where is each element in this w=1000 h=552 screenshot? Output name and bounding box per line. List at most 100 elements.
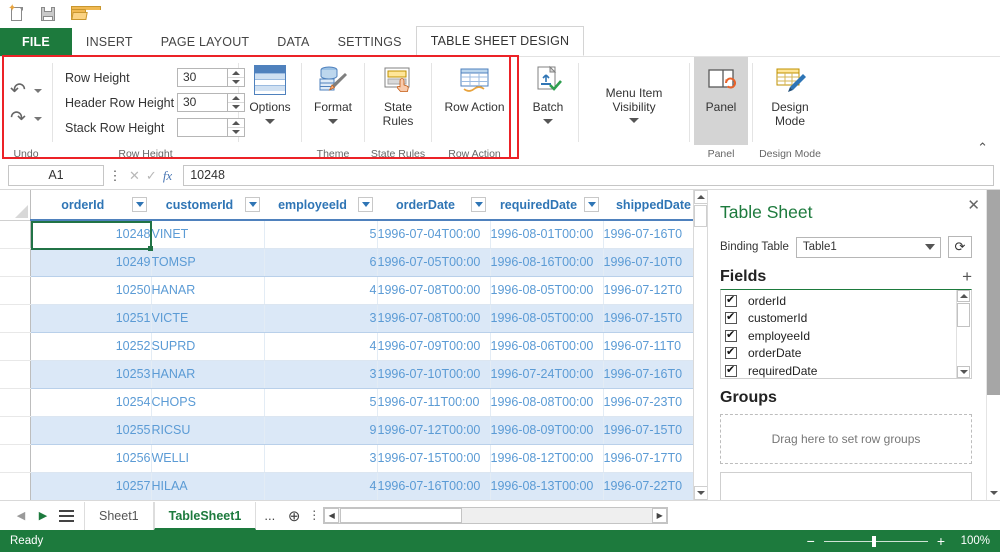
row-header[interactable] — [0, 332, 31, 361]
table-row[interactable]: 10256 WELLI 3 1996-07-15T00:00 1996-08-12T00… — [0, 444, 707, 473]
nav-prev-icon[interactable]: ◀ — [10, 509, 32, 522]
undo-caret-icon[interactable] — [33, 88, 42, 93]
row-header[interactable] — [0, 248, 31, 277]
cell-requiredDate[interactable]: 1996-08-12T00:00 — [490, 444, 604, 473]
batch-button[interactable]: Batch — [524, 57, 572, 145]
column-header-employeeId[interactable]: employeeId — [264, 190, 377, 221]
cell-shippedDate[interactable]: 1996-07-22T0 — [603, 471, 707, 500]
format-button[interactable]: Format — [308, 57, 358, 145]
cell-employeeId[interactable]: 3 — [264, 444, 378, 473]
cell-orderDate[interactable]: 1996-07-12T00:00 — [377, 415, 491, 445]
table-row[interactable]: 10254 CHOPS 5 1996-07-11T00:00 1996-08-08T00… — [0, 388, 707, 417]
sheet-options-icon[interactable]: ⋮ — [305, 509, 323, 521]
sheet-tab-sheet1[interactable]: Sheet1 — [84, 501, 154, 530]
cell-shippedDate[interactable]: 1996-07-17T0 — [603, 444, 707, 473]
cell-orderDate[interactable]: 1996-07-15T00:00 — [377, 444, 491, 473]
cell-orderDate[interactable]: 1996-07-09T00:00 — [377, 332, 491, 361]
stack-row-height-stepper[interactable] — [177, 118, 245, 137]
refresh-icon[interactable]: ⟳ — [948, 236, 972, 258]
cell-customerId[interactable]: SUPRD — [151, 332, 265, 361]
cell-requiredDate[interactable]: 1996-08-01T00:00 — [490, 220, 604, 249]
cell-requiredDate[interactable]: 1996-08-05T00:00 — [490, 276, 604, 305]
cell-orderId[interactable]: 10251 — [30, 303, 152, 333]
cell-orderId[interactable]: 10255 — [30, 415, 152, 445]
hscroll-right-icon[interactable]: ▶ — [652, 508, 668, 523]
cell-employeeId[interactable]: 3 — [264, 359, 378, 389]
row-action-button[interactable]: Row Action — [438, 57, 511, 145]
table-row[interactable]: 10250 HANAR 4 1996-07-08T00:00 1996-08-05T00… — [0, 276, 707, 305]
cell-orderDate[interactable]: 1996-07-05T00:00 — [377, 247, 491, 277]
row-groups-dropzone[interactable]: Drag here to set row groups — [720, 414, 972, 464]
filter-dropdown-icon-customerId[interactable] — [245, 197, 260, 212]
cell-orderDate[interactable]: 1996-07-11T00:00 — [377, 388, 491, 417]
chevron-up-icon[interactable]: ⌃ — [977, 140, 988, 156]
undo-button[interactable]: ↶ — [10, 81, 42, 100]
cell-shippedDate[interactable]: 1996-07-15T0 — [603, 303, 707, 333]
plus-icon[interactable]: + — [962, 268, 972, 285]
chevron-down-icon[interactable] — [925, 244, 935, 250]
new-icon[interactable]: ✦ — [8, 4, 26, 23]
cell-employeeId[interactable]: 5 — [264, 388, 378, 417]
filter-dropdown-icon-orderId[interactable] — [132, 197, 147, 212]
column-header-shippedDate[interactable]: shippedDate — [603, 190, 707, 221]
cell-employeeId[interactable]: 4 — [264, 276, 378, 305]
tab-settings[interactable]: SETTINGS — [324, 28, 416, 56]
menu-item-visibility-caret-icon[interactable] — [629, 118, 639, 123]
cell-requiredDate[interactable]: 1996-08-16T00:00 — [490, 247, 604, 277]
column-header-requiredDate[interactable]: requiredDate — [490, 190, 603, 221]
horizontal-scrollbar[interactable]: ◀ ▶ — [323, 507, 669, 524]
cell-orderId[interactable]: 10250 — [30, 276, 152, 305]
field-item[interactable]: employeeId — [725, 327, 956, 345]
cell-employeeId[interactable]: 6 — [264, 247, 378, 277]
table-row[interactable]: 10257 HILAA 4 1996-07-16T00:00 1996-08-13T00… — [0, 471, 707, 500]
zoom-slider[interactable] — [823, 535, 928, 547]
field-checkbox[interactable] — [725, 293, 737, 307]
cell-shippedDate[interactable]: 1996-07-12T0 — [603, 276, 707, 305]
hscroll-thumb[interactable] — [340, 508, 463, 523]
binding-table-select[interactable]: Table1 — [795, 236, 941, 258]
sheet-tab-tablesheet1[interactable]: TableSheet1 — [153, 501, 257, 530]
field-checkbox[interactable] — [725, 363, 737, 377]
cell-orderDate[interactable]: 1996-07-08T00:00 — [377, 276, 491, 305]
cell-customerId[interactable]: HANAR — [151, 359, 265, 389]
cell-shippedDate[interactable]: 1996-07-15T0 — [603, 415, 707, 445]
table-row[interactable]: 10249 TOMSP 6 1996-07-05T00:00 1996-08-16T00… — [0, 247, 707, 277]
row-height-stepper[interactable]: 30 — [177, 68, 245, 87]
cell-shippedDate[interactable]: 1996-07-16T0 — [603, 359, 707, 389]
field-item[interactable]: requiredDate — [725, 362, 956, 378]
cell-customerId[interactable]: VICTE — [151, 303, 265, 333]
table-row[interactable]: 10252 SUPRD 4 1996-07-09T00:00 1996-08-06T00… — [0, 332, 707, 361]
select-all-corner[interactable] — [0, 190, 31, 221]
column-header-orderId[interactable]: orderId — [30, 190, 151, 221]
cell-requiredDate[interactable]: 1996-07-24T00:00 — [490, 359, 604, 389]
cell-orderId[interactable]: 10249 — [30, 247, 152, 277]
field-item[interactable]: orderDate — [725, 345, 956, 363]
cell-orderId[interactable]: 10248 — [30, 220, 152, 249]
row-height-value[interactable]: 30 — [178, 69, 227, 86]
cell-shippedDate[interactable]: 1996-07-16T0 — [603, 220, 707, 249]
panel-button[interactable]: Panel — [694, 57, 748, 145]
cell-employeeId[interactable]: 9 — [264, 415, 378, 445]
row-header[interactable] — [0, 472, 31, 500]
nav-next-icon[interactable]: ▶ — [32, 509, 54, 522]
close-icon[interactable]: ✕ — [967, 196, 980, 214]
column-header-orderDate[interactable]: orderDate — [377, 190, 490, 221]
cell-requiredDate[interactable]: 1996-08-05T00:00 — [490, 303, 604, 333]
design-mode-button[interactable]: Design Mode — [759, 57, 821, 145]
cell-shippedDate[interactable]: 1996-07-10T0 — [603, 247, 707, 277]
plus-icon[interactable]: + — [937, 534, 945, 548]
filter-dropdown-icon-employeeId[interactable] — [358, 197, 373, 212]
confirm-check-icon[interactable]: ✓ — [146, 168, 157, 184]
cell-shippedDate[interactable]: 1996-07-11T0 — [603, 332, 707, 361]
open-icon[interactable] — [70, 5, 101, 23]
cell-customerId[interactable]: CHOPS — [151, 388, 265, 417]
filter-dropdown-icon-orderDate[interactable] — [471, 197, 486, 212]
row-header[interactable] — [0, 388, 31, 417]
tab-page-layout[interactable]: PAGE LAYOUT — [147, 28, 264, 56]
fields-scrollbar[interactable] — [956, 290, 971, 378]
redo-caret-icon[interactable] — [33, 116, 42, 121]
format-caret-icon[interactable] — [328, 118, 338, 124]
row-header[interactable] — [0, 276, 31, 305]
table-row[interactable]: 10248 VINET 5 1996-07-04T00:00 1996-08-01T00… — [0, 220, 707, 249]
cancel-x-icon[interactable]: ✕ — [129, 168, 140, 184]
